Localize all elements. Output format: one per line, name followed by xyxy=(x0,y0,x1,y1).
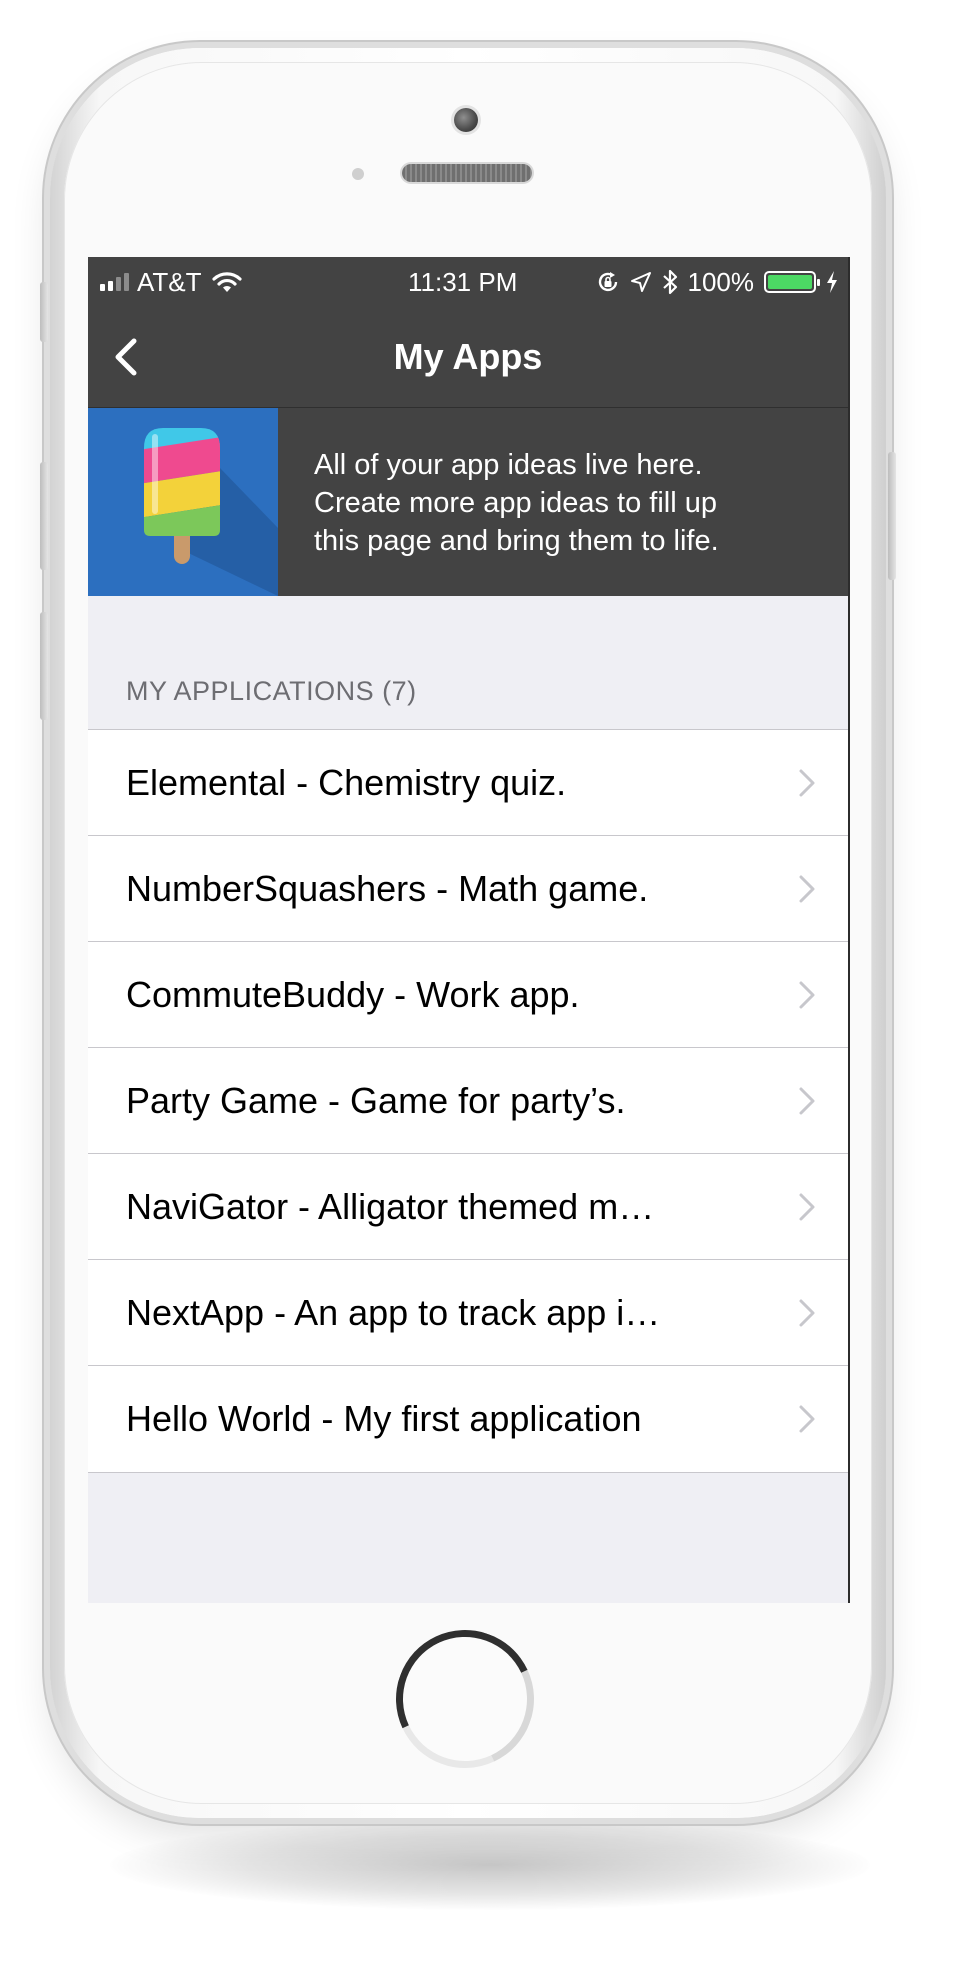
info-banner: All of your app ideas live here. Create … xyxy=(88,408,848,596)
list-item[interactable]: NumberSquashers - Math game. xyxy=(88,836,848,942)
location-arrow-icon xyxy=(630,272,651,292)
banner-description: All of your app ideas live here. Create … xyxy=(314,449,719,557)
list-item[interactable]: NextApp - An app to track app i… xyxy=(88,1260,848,1366)
chevron-right-icon xyxy=(799,1087,815,1114)
power-button xyxy=(888,452,896,580)
orientation-lock-icon xyxy=(598,272,617,292)
list-item-label: Hello World - My first application xyxy=(126,1398,642,1439)
list-item-label: NextApp - An app to track app i… xyxy=(126,1291,661,1333)
carrier-label: AT&T xyxy=(137,266,202,297)
chevron-right-icon xyxy=(799,769,815,796)
app-screen: AT&T 11:31 PM 100% My Apps All of your a… xyxy=(88,257,850,1603)
volume-up-button xyxy=(40,462,48,570)
list-item-label: Elemental - Chemistry quiz. xyxy=(126,761,567,803)
chevron-right-icon xyxy=(799,1405,815,1433)
list-item[interactable]: Party Game - Game for party’s. xyxy=(88,1048,848,1154)
list-item-label: CommuteBuddy - Work app. xyxy=(126,973,580,1015)
chevron-right-icon xyxy=(799,875,815,902)
page-title: My Apps xyxy=(393,336,543,377)
applications-list: Elemental - Chemistry quiz. NumberSquashe… xyxy=(88,729,848,1473)
list-item[interactable]: CommuteBuddy - Work app. xyxy=(88,942,848,1048)
battery-fill xyxy=(768,275,812,289)
bluetooth-icon xyxy=(662,269,677,295)
list-item[interactable]: NaviGator - Alligator themed m… xyxy=(88,1154,848,1260)
section-header: MY APPLICATIONS (7) xyxy=(126,676,417,706)
battery-icon xyxy=(764,271,820,293)
earpiece-speaker xyxy=(402,164,532,182)
popsicle-icon xyxy=(144,428,278,596)
volume-down-button xyxy=(40,612,48,720)
chevron-left-icon[interactable] xyxy=(106,333,154,381)
charging-bolt-icon xyxy=(827,271,837,293)
list-item-label: Party Game - Game for party’s. xyxy=(126,1079,626,1121)
list-item-label: NaviGator - Alligator themed m… xyxy=(126,1185,655,1227)
navigation-bar: My Apps xyxy=(88,307,848,408)
status-bar: AT&T 11:31 PM 100% xyxy=(88,257,848,307)
front-camera xyxy=(454,108,478,132)
mute-switch xyxy=(40,282,48,342)
status-time-wrap: 11:31 PM xyxy=(408,257,517,307)
chevron-right-icon xyxy=(799,1193,815,1220)
chevron-right-icon xyxy=(799,1299,815,1326)
signal-bars-icon xyxy=(100,273,129,291)
status-right: 100% xyxy=(596,257,839,307)
status-time: 11:31 PM xyxy=(408,266,518,297)
popsicle-illustration xyxy=(88,408,278,596)
phone-shadow xyxy=(110,1820,870,1910)
wifi-icon xyxy=(211,272,242,292)
list-item[interactable]: Hello World - My first application xyxy=(88,1366,848,1472)
mockup-stage: AT&T 11:31 PM 100% My Apps All of your a… xyxy=(0,0,973,1966)
chevron-right-icon xyxy=(799,981,815,1008)
battery-percent: 100% xyxy=(687,266,755,297)
list-item-label: NumberSquashers - Math game. xyxy=(126,867,649,909)
list-item[interactable]: Elemental - Chemistry quiz. xyxy=(88,730,848,836)
proximity-sensor xyxy=(352,168,364,180)
